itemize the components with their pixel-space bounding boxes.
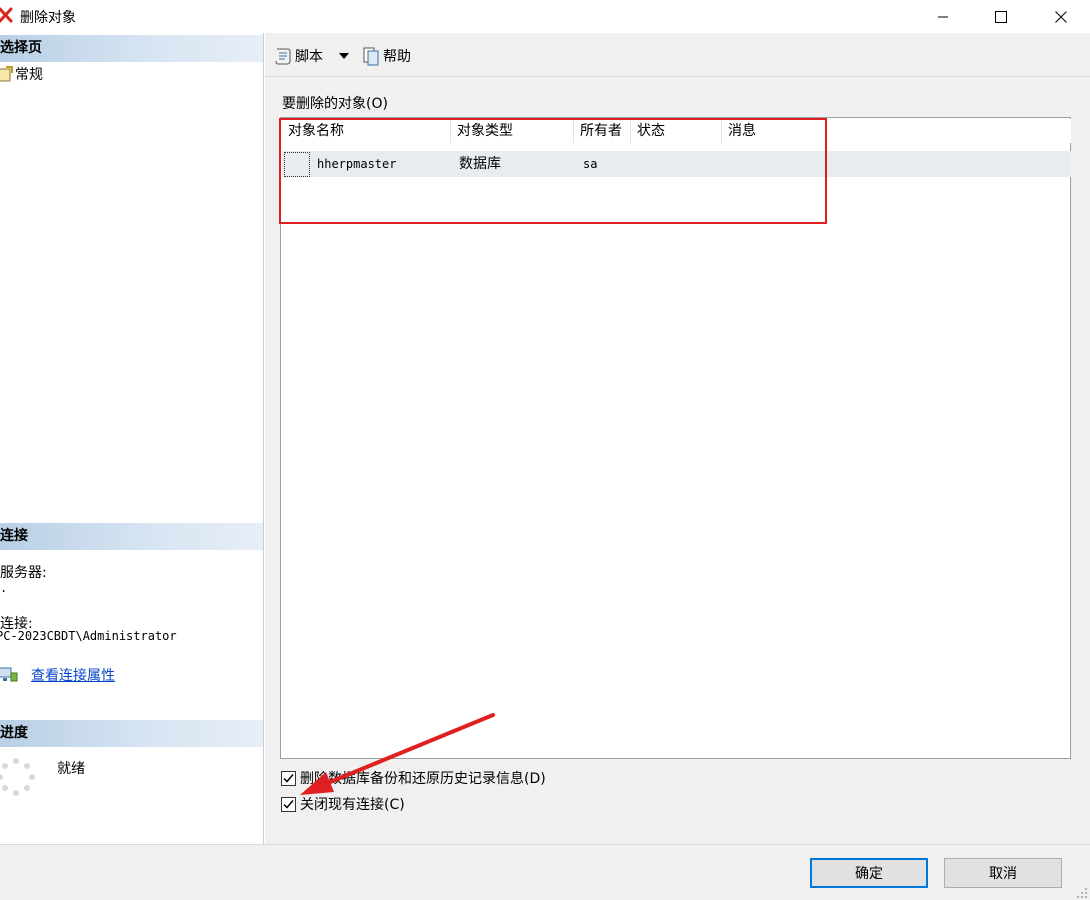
- column-header-message[interactable]: 消息: [722, 119, 842, 143]
- delete-backup-history-label: 删除数据库备份和还原历史记录信息(D): [300, 771, 546, 787]
- right-panel: 脚本 帮助 要删除的对象(O) 对象名称 对象类型 所有者 状态 消息 hher…: [265, 33, 1090, 844]
- row-object-name: hherpmaster: [317, 157, 397, 171]
- close-existing-connections-option[interactable]: 关闭现有连接(C): [281, 794, 405, 814]
- minimize-button[interactable]: [914, 0, 972, 33]
- column-header-owner[interactable]: 所有者: [574, 119, 631, 143]
- close-button[interactable]: [1032, 0, 1090, 33]
- script-label: 脚本: [295, 49, 323, 65]
- script-button[interactable]: 脚本: [273, 45, 323, 67]
- progress-spinner-icon: [0, 758, 35, 796]
- connection-properties-icon: [0, 667, 18, 682]
- chevron-down-icon: [339, 53, 349, 59]
- page-item-general[interactable]: 常规: [0, 64, 43, 84]
- close-existing-connections-label: 关闭现有连接(C): [300, 797, 405, 813]
- connection-value: PC-2023CBDT\Administrator: [0, 629, 177, 643]
- script-icon: [275, 48, 291, 65]
- help-icon: [363, 47, 379, 66]
- close-existing-connections-checkbox[interactable]: [281, 796, 296, 812]
- cancel-button[interactable]: 取消: [944, 858, 1062, 888]
- view-connection-properties-link[interactable]: 查看连接属性: [31, 665, 115, 685]
- column-header-type[interactable]: 对象类型: [451, 119, 574, 143]
- delete-backup-history-option[interactable]: 删除数据库备份和还原历史记录信息(D): [281, 768, 546, 788]
- page-icon: [0, 66, 13, 82]
- progress-heading: 进度: [0, 720, 263, 747]
- script-dropdown-button[interactable]: [339, 45, 349, 67]
- column-header-name[interactable]: 对象名称: [282, 119, 451, 143]
- help-label: 帮助: [383, 49, 411, 65]
- maximize-button[interactable]: [972, 0, 1030, 33]
- minimize-icon: [938, 16, 948, 17]
- progress-status: 就绪: [57, 761, 85, 777]
- objects-list[interactable]: 对象名称 对象类型 所有者 状态 消息 hherpmaster 数据库 sa: [280, 117, 1071, 759]
- help-button[interactable]: 帮助: [361, 45, 411, 67]
- server-value: .: [0, 581, 8, 595]
- toolbar: 脚本 帮助: [265, 33, 1090, 77]
- checkmark-icon: [283, 773, 294, 783]
- page-item-label: 常规: [15, 67, 43, 83]
- connection-heading: 连接: [0, 523, 263, 550]
- title-bar: 删除对象: [0, 0, 1090, 33]
- row-object-owner: sa: [583, 157, 598, 171]
- select-page-heading: 选择页: [0, 35, 263, 62]
- column-header-status[interactable]: 状态: [631, 119, 722, 143]
- row-object-type: 数据库: [459, 156, 501, 172]
- table-row[interactable]: hherpmaster 数据库 sa: [282, 151, 1071, 177]
- server-label: 服务器:: [0, 565, 47, 581]
- view-connection-properties[interactable]: 查看连接属性: [0, 665, 115, 685]
- delete-x-icon: [0, 7, 13, 23]
- delete-backup-history-checkbox[interactable]: [281, 770, 296, 786]
- window-title: 删除对象: [20, 10, 76, 26]
- checkmark-icon: [283, 799, 294, 809]
- bottom-bar: 确定 取消: [0, 844, 1090, 900]
- row-selection-box[interactable]: [284, 152, 310, 177]
- close-icon: [1055, 10, 1067, 23]
- list-header: 对象名称 对象类型 所有者 状态 消息: [282, 119, 1071, 143]
- left-panel: 选择页 常规 连接 服务器: . 连接: PC-2023CBDT\Adminis…: [0, 33, 264, 844]
- ok-button[interactable]: 确定: [810, 858, 928, 888]
- resize-grip-icon[interactable]: [1076, 887, 1088, 899]
- maximize-icon: [995, 10, 1007, 23]
- objects-to-delete-label: 要删除的对象(O): [282, 96, 388, 112]
